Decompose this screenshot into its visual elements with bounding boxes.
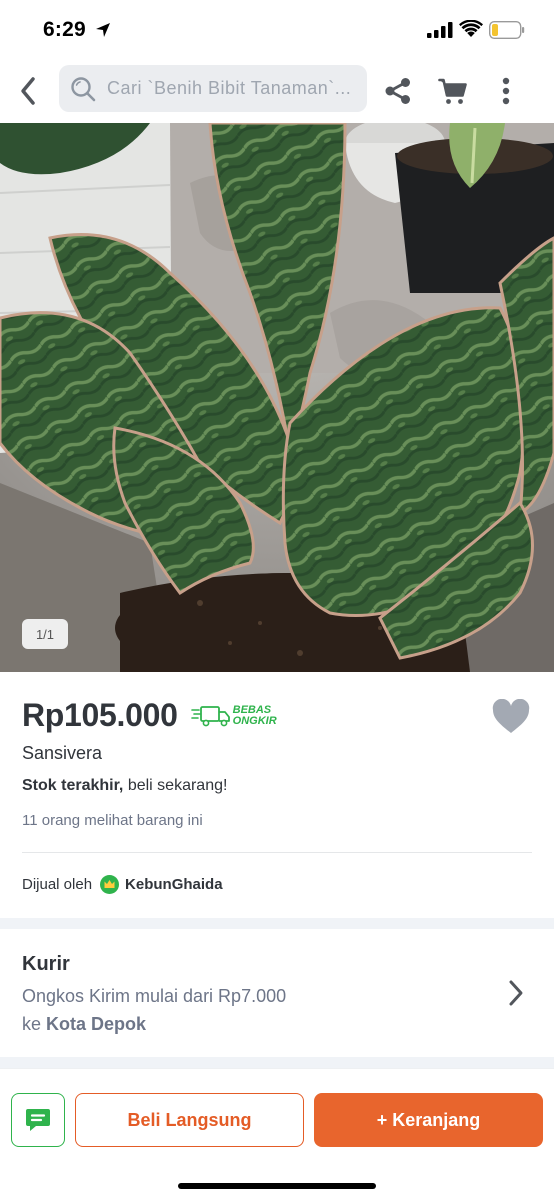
search-input[interactable]: Cari `Benih Bibit Tanaman`... <box>59 65 367 112</box>
chevron-right-icon[interactable] <box>506 978 526 1008</box>
shipping-destination-prefix: ke <box>22 1014 47 1034</box>
location-arrow-icon <box>96 23 110 37</box>
product-photo <box>0 123 554 672</box>
top-navigation-bar: Cari `Benih Bibit Tanaman`... <box>0 60 554 123</box>
back-arrow-icon <box>21 77 35 105</box>
divider <box>22 852 532 853</box>
more-vertical-icon[interactable] <box>496 76 516 106</box>
wifi-icon <box>459 20 483 37</box>
chat-icon <box>26 1109 50 1131</box>
status-time: 6:29 <box>43 18 86 41</box>
status-bar: 6:29 <box>0 0 554 60</box>
buy-now-button[interactable]: Beli Langsung <box>75 1093 304 1147</box>
stock-status-bold: Stok terakhir, <box>22 777 124 794</box>
product-price: Rp105.000 <box>22 697 178 733</box>
product-image[interactable]: 1/1 <box>0 123 554 672</box>
free-shipping-line1: BEBAS <box>232 703 272 716</box>
back-button[interactable] <box>12 74 44 108</box>
shipping-cost-text: Ongkos Kirim mulai dari Rp7.000 <box>22 986 287 1006</box>
shipping-destination-city: Kota Depok <box>46 1014 147 1034</box>
product-name: Sansivera <box>22 743 103 763</box>
bottom-action-bar: Beli Langsung + Keranjang <box>0 1068 554 1200</box>
free-shipping-badge: BEBAS ONGKIR <box>190 703 277 727</box>
battery-icon <box>489 21 525 39</box>
stock-status-rest: beli sekarang! <box>123 777 228 794</box>
share-icon[interactable] <box>383 76 413 106</box>
seller-name[interactable]: KebunGhaida <box>125 876 223 893</box>
section-separator <box>0 918 554 929</box>
price-row: Rp105.000 BEBAS ONGKIR <box>22 697 277 734</box>
home-indicator[interactable] <box>178 1183 376 1189</box>
search-placeholder: Cari `Benih Bibit Tanaman`... <box>107 78 352 98</box>
wishlist-heart-icon[interactable] <box>491 699 531 735</box>
shipping-destination: ke Kota Depok <box>22 1014 146 1035</box>
courier-title: Kurir <box>22 953 70 975</box>
cart-icon[interactable] <box>438 76 468 106</box>
search-icon <box>71 76 96 101</box>
section-separator <box>0 1057 554 1068</box>
chat-button[interactable] <box>11 1093 65 1147</box>
delivery-truck-icon <box>190 705 230 726</box>
signal-icon <box>427 22 453 38</box>
add-to-cart-button[interactable]: + Keranjang <box>314 1093 543 1147</box>
crown-badge-icon <box>100 875 120 894</box>
viewer-count: 11 orang melihat barang ini <box>22 812 203 829</box>
seller-prefix: Dijual oleh <box>22 876 93 893</box>
image-counter: 1/1 <box>22 619 68 649</box>
free-shipping-line2: ONGKIR <box>232 714 277 727</box>
seller-row[interactable]: Dijual oleh KebunGhaida <box>22 875 223 894</box>
stock-status: Stok terakhir, beli sekarang! <box>22 777 227 795</box>
